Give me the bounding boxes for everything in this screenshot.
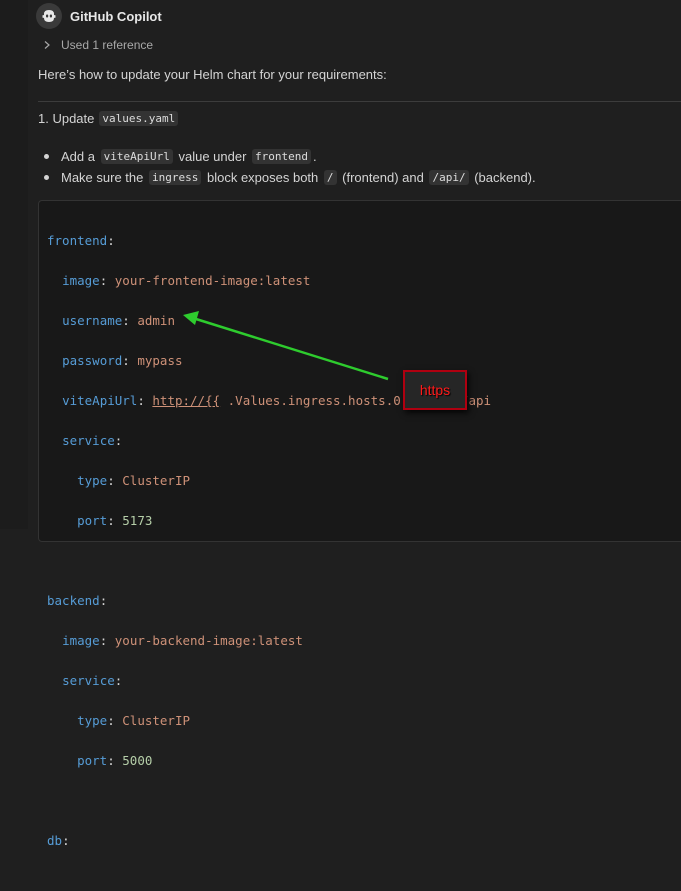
yaml-value: your-backend-image:latest <box>114 633 303 648</box>
yaml-value: 5000 <box>122 753 153 768</box>
yaml-key: service <box>62 673 115 688</box>
yaml-key: backend <box>47 593 100 608</box>
yaml-key: type <box>77 713 108 728</box>
yaml-key: db <box>47 833 63 848</box>
annotation-box: https <box>403 370 467 410</box>
arrow-line <box>195 317 389 381</box>
annotation-arrow <box>183 311 389 381</box>
yaml-key: image <box>62 633 100 648</box>
arrow-head <box>183 311 199 325</box>
yaml-key: port <box>77 753 108 768</box>
yaml-value: ClusterIP <box>122 713 191 728</box>
annotation-label: https <box>419 382 451 398</box>
